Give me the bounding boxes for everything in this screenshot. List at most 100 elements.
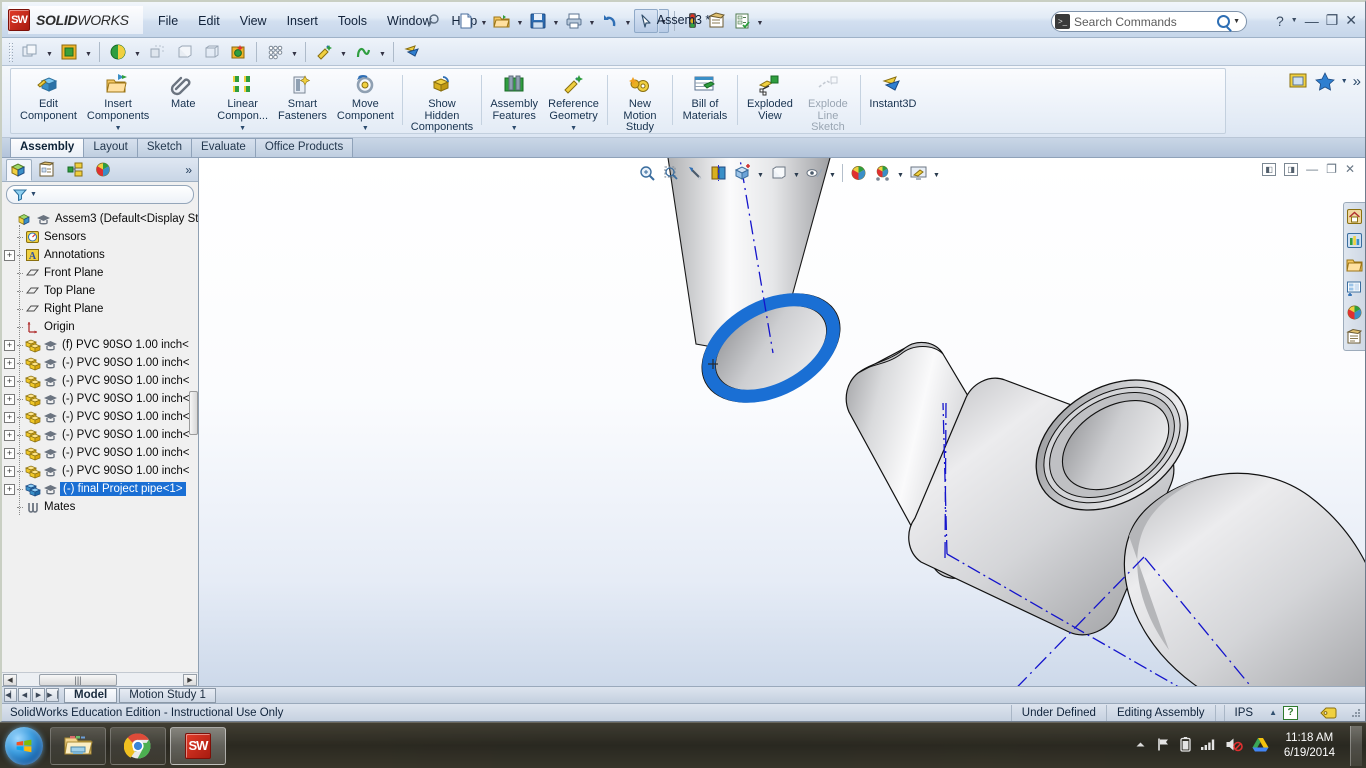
edit-appearance-dropdown-icon[interactable]: ▼	[931, 161, 942, 185]
task-pane-custom-properties[interactable]	[1345, 326, 1364, 347]
tree-item-front-plane[interactable]: Front Plane	[4, 264, 198, 282]
view-settings-dropdown-icon[interactable]: ▼	[895, 161, 906, 185]
edit-appearance-icon[interactable]	[311, 40, 337, 64]
undo-icon[interactable]	[598, 9, 622, 33]
tree-expander[interactable]: +	[4, 340, 15, 351]
gfx-restore-right-icon[interactable]: ◨	[1284, 163, 1298, 176]
save-dropdown-icon[interactable]: ▼	[551, 9, 561, 33]
ribbon-insert-components[interactable]: Insert Components ▼	[82, 71, 154, 133]
tree-item-assem3[interactable]: Assem3 (Default<Display St	[4, 210, 198, 228]
task-pane-file-explorer[interactable]	[1345, 254, 1364, 275]
task-pane-solidworks-resources[interactable]	[1345, 206, 1364, 227]
ribbon-dropdown-icon[interactable]: ▼	[239, 123, 246, 135]
tree-item-origin[interactable]: Origin	[4, 318, 198, 336]
ribbon-instant3d[interactable]: Instant3D	[864, 71, 922, 133]
ribbon-dropdown-icon[interactable]: ▼	[115, 123, 122, 135]
tree-expander[interactable]: +	[4, 376, 15, 387]
undo-dropdown-icon[interactable]: ▼	[623, 9, 633, 33]
units-dropdown-icon[interactable]: ▲	[1263, 708, 1283, 717]
edit-appearance-dropdown-icon[interactable]: ▼	[338, 40, 349, 64]
print-icon[interactable]	[562, 9, 586, 33]
tab-evaluate[interactable]: Evaluate	[191, 138, 256, 157]
bottom-tab-model[interactable]: Model	[64, 688, 117, 703]
ribbon-explode-line-sketch[interactable]: Explode Line Sketch	[799, 71, 857, 133]
document-properties-icon[interactable]	[730, 9, 754, 33]
help-badge-icon[interactable]: ?	[1283, 706, 1298, 720]
ribbon-linear-component-pattern[interactable]: Linear Compon... ▼	[212, 71, 273, 133]
scroll-right-button[interactable]: ▶	[183, 674, 197, 686]
select-dropdown-icon[interactable]: ▼	[659, 9, 669, 33]
task-pane-design-library[interactable]	[1345, 230, 1364, 251]
show-desktop-button[interactable]	[1350, 726, 1362, 766]
tab-layout[interactable]: Layout	[83, 138, 138, 157]
tag-icon[interactable]	[1298, 705, 1351, 721]
tray-network[interactable]	[1200, 737, 1216, 754]
ribbon-assembly-features[interactable]: Assembly Features ▼	[485, 71, 543, 133]
gfx-close-icon[interactable]: ✕	[1345, 162, 1355, 176]
gfx-minimize-icon[interactable]: —	[1306, 162, 1318, 176]
view-orientation-icon[interactable]	[731, 161, 754, 185]
tree-item-pvc-8[interactable]: + (-) PVC 90SO 1.00 inch<	[4, 462, 198, 480]
tree-expander[interactable]: +	[4, 412, 15, 423]
ribbon-dropdown-icon[interactable]: ▼	[570, 123, 577, 135]
tree-expander[interactable]: +	[4, 430, 15, 441]
hidden-lines-removed-icon[interactable]	[171, 40, 197, 64]
taskbar-solidworks[interactable]: SW	[170, 727, 226, 765]
search-input[interactable]: Search Commands	[1074, 15, 1217, 29]
help-icon[interactable]: ?	[1276, 13, 1284, 29]
fm-tabs-more-icon[interactable]: »	[185, 163, 192, 177]
tree-expander[interactable]: +	[4, 394, 15, 405]
ribbon-appearance-dropdown-icon[interactable]: ▼	[1341, 78, 1348, 85]
search-commands-box[interactable]: >_ Search Commands ▼	[1051, 11, 1247, 32]
tree-item-pvc-1[interactable]: + (f) PVC 90SO 1.00 inch<	[4, 336, 198, 354]
search-dropdown-icon[interactable]: ▼	[1233, 18, 1240, 25]
document-properties-dropdown-icon[interactable]: ▼	[755, 9, 765, 33]
fm-tab-property-manager[interactable]	[34, 159, 60, 181]
previous-view-icon[interactable]	[683, 161, 706, 185]
tree-item-pvc-4[interactable]: + (-) PVC 90SO 1.00 inch<	[4, 390, 198, 408]
ribbon-show-hidden-components[interactable]: Show Hidden Components	[406, 71, 478, 133]
edit-appearance-icon[interactable]	[907, 161, 930, 185]
feature-manager-vertical-scrollbar[interactable]	[189, 253, 198, 488]
bottom-tab-motion-study-1[interactable]: Motion Study 1	[119, 688, 216, 703]
tree-item-mates[interactable]: Mates	[4, 498, 198, 516]
curvature-icon[interactable]	[350, 40, 376, 64]
view-settings-icon[interactable]	[871, 161, 894, 185]
display-style-shaded-icon[interactable]	[105, 40, 131, 64]
tray-show-hidden-icons[interactable]	[1134, 738, 1147, 754]
ribbon-dropdown-icon[interactable]: ▼	[511, 123, 518, 135]
open-document-icon[interactable]	[490, 9, 514, 33]
model-3d-render[interactable]	[199, 158, 1365, 686]
new-document-dropdown-icon[interactable]: ▼	[479, 9, 489, 33]
fm-tab-display-manager[interactable]	[90, 159, 116, 181]
menu-insert[interactable]: Insert	[277, 11, 328, 31]
tree-item-pvc-7[interactable]: + (-) PVC 90SO 1.00 inch<	[4, 444, 198, 462]
ribbon-reference-geometry[interactable]: Reference Geometry ▼	[543, 71, 604, 133]
graphics-viewport[interactable]: ▼ ▼ ▼ ▼ ▼	[199, 158, 1365, 686]
tree-expander[interactable]: +	[4, 484, 15, 495]
curvature-dropdown-icon[interactable]: ▼	[377, 40, 388, 64]
display-style-dropdown-icon[interactable]: ▼	[132, 40, 143, 64]
menu-edit[interactable]: Edit	[188, 11, 230, 31]
open-document-dropdown-icon[interactable]: ▼	[515, 9, 525, 33]
ribbon-bill-of-materials[interactable]: Bill of Materials	[676, 71, 734, 133]
ribbon-smart-fasteners[interactable]: Smart Fasteners	[273, 71, 332, 133]
options-icon[interactable]	[705, 9, 729, 33]
wireframe-icon[interactable]	[198, 40, 224, 64]
search-icon[interactable]	[1217, 15, 1230, 28]
menu-tools[interactable]: Tools	[328, 11, 377, 31]
hidden-lines-visible-icon[interactable]	[144, 40, 170, 64]
start-button[interactable]	[2, 726, 46, 766]
tray-action-center[interactable]	[1156, 737, 1171, 755]
resize-grip[interactable]	[1351, 708, 1361, 718]
ribbon-dropdown-icon[interactable]: ▼	[362, 123, 369, 135]
fm-tab-configuration-manager[interactable]	[62, 159, 88, 181]
taskbar-clock[interactable]: 11:18 AM 6/19/2014	[1278, 731, 1341, 761]
scroll-left-button[interactable]: ◀	[3, 674, 17, 686]
view-orientation-dropdown-icon[interactable]: ▼	[755, 161, 766, 185]
apply-scene-icon[interactable]	[847, 161, 870, 185]
tray-google-drive[interactable]	[1252, 737, 1269, 755]
tree-item-top-plane[interactable]: Top Plane	[4, 282, 198, 300]
ribbon-move-component[interactable]: Move Component ▼	[332, 71, 399, 133]
close-button[interactable]: ✕	[1345, 12, 1357, 29]
